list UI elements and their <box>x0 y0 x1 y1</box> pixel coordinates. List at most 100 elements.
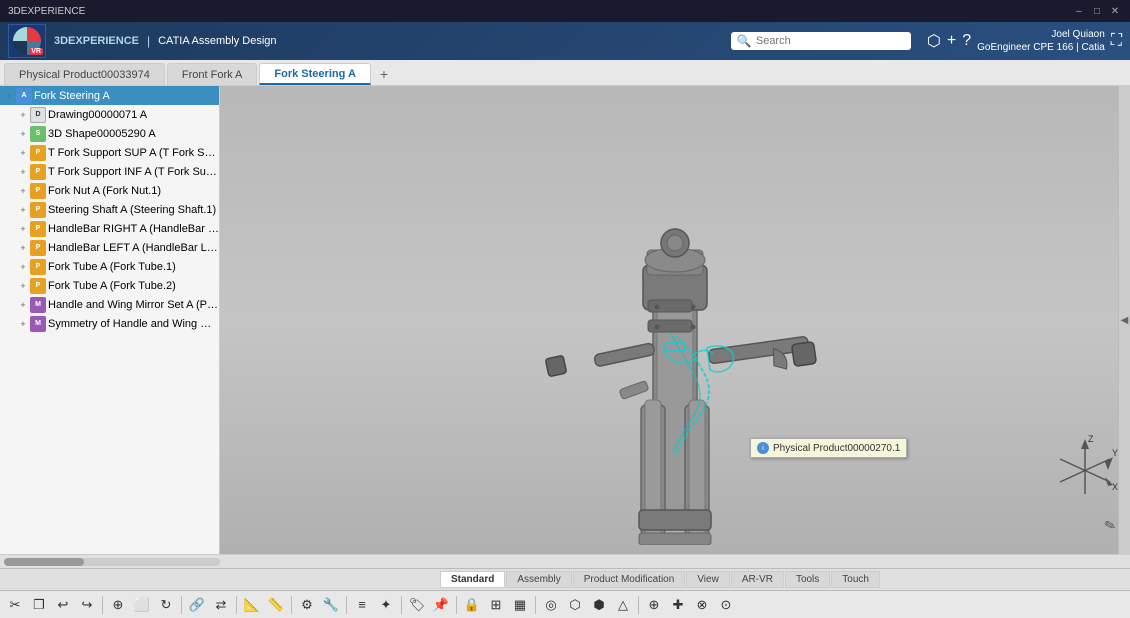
tree-item-root[interactable]: +AFork Steering A <box>0 86 219 105</box>
cross-button[interactable]: ✚ <box>667 594 689 616</box>
mode-tab-product_mod[interactable]: Product Modification <box>573 571 686 588</box>
tree-icon-hbar_l: P <box>30 240 46 256</box>
tree-item-tube2[interactable]: +PFork Tube A (Fork Tube.2) <box>0 276 219 295</box>
tree-expand-nut[interactable]: + <box>18 186 28 196</box>
tag-button[interactable]: 🏷 <box>406 594 428 616</box>
plus-button[interactable]: ⊕ <box>643 594 665 616</box>
search-bar[interactable]: 🔍 <box>731 32 911 50</box>
pin-button[interactable]: 📌 <box>430 594 452 616</box>
tree-icon-tube1: P <box>30 259 46 275</box>
search-input[interactable] <box>756 35 905 47</box>
grid-button[interactable]: ⊞ <box>485 594 507 616</box>
tree-item-sup[interactable]: +PT Fork Support SUP A (T Fork Support S… <box>0 143 219 162</box>
measure-button[interactable]: 📐 <box>241 594 263 616</box>
main-area: +AFork Steering A+DDrawing00000071 A+S3D… <box>0 86 1130 554</box>
zoom-fit-button[interactable]: ⊕ <box>107 594 129 616</box>
tree-label-shaft: Steering Shaft A (Steering Shaft.1) <box>48 204 216 216</box>
copy-button[interactable]: ❐ <box>28 594 50 616</box>
close-button[interactable]: ✕ <box>1108 4 1122 18</box>
scrollbar-area[interactable] <box>0 554 1130 568</box>
tooltip-icon: i <box>757 442 769 454</box>
right-panel-handle[interactable]: ◀ <box>1118 86 1130 554</box>
hex-button[interactable]: ⬡ <box>564 594 586 616</box>
rotate-button[interactable]: ↻ <box>155 594 177 616</box>
app-logo[interactable]: VR <box>8 24 46 58</box>
tree-label-tube1: Fork Tube A (Fork Tube.1) <box>48 261 176 273</box>
viewport[interactable]: i Physical Product00000270.1 Z Y X ◀ <box>220 86 1130 554</box>
tree-expand-mirror1[interactable]: + <box>18 300 28 310</box>
minimize-button[interactable]: – <box>1072 4 1086 18</box>
share-icon[interactable]: ⬡ <box>927 31 941 51</box>
ruler-button[interactable]: 📏 <box>265 594 287 616</box>
tree-item-shaft[interactable]: +PSteering Shaft A (Steering Shaft.1) <box>0 200 219 219</box>
lock-button[interactable]: 🔒 <box>461 594 483 616</box>
tree-item-mirror2[interactable]: +MSymmetry of Handle and Wing Mirror Set… <box>0 314 219 333</box>
sep5 <box>346 596 347 614</box>
maximize-button[interactable]: □ <box>1090 4 1104 18</box>
tree-label-inf: T Fork Support INF A (T Fork Support INF… <box>48 166 219 178</box>
mode-tab-assembly[interactable]: Assembly <box>506 571 571 588</box>
mode-tabs: StandardAssemblyProduct ModificationView… <box>0 568 1130 590</box>
tree-label-sup: T Fork Support SUP A (T Fork Support SUP… <box>48 147 219 159</box>
tree-item-hbar_l[interactable]: +PHandleBar LEFT A (HandleBar LEFT.1) <box>0 238 219 257</box>
help-icon[interactable]: ? <box>962 32 971 50</box>
tree-item-shape[interactable]: +S3D Shape00005290 A <box>0 124 219 143</box>
settings-button[interactable]: ⚙ <box>296 594 318 616</box>
user-info[interactable]: Joel Quiaon GoEngineer CPE 166 | Catia <box>977 28 1105 54</box>
tab-tab2[interactable]: Front Fork A <box>167 63 258 85</box>
tree-item-drawing[interactable]: +DDrawing00000071 A <box>0 105 219 124</box>
sidebar: +AFork Steering A+DDrawing00000071 A+S3D… <box>0 86 220 554</box>
mode-tab-touch[interactable]: Touch <box>831 571 880 588</box>
separator: | <box>147 34 150 48</box>
fullscreen-icon[interactable]: ⛶ <box>1111 32 1122 50</box>
tree-expand-tube2[interactable]: + <box>18 281 28 291</box>
tree-expand-root[interactable]: + <box>4 91 14 101</box>
tree-expand-inf[interactable]: + <box>18 167 28 177</box>
star-button[interactable]: ✦ <box>375 594 397 616</box>
tree-label-mirror1: Handle and Wing Mirror Set A (Physical P… <box>48 299 219 311</box>
mode-tab-ar_vr[interactable]: AR-VR <box>731 571 784 588</box>
scrollbar-thumb[interactable] <box>4 558 84 566</box>
list-button[interactable]: ≡ <box>351 594 373 616</box>
add-icon[interactable]: + <box>947 32 956 50</box>
mode-tab-tools[interactable]: Tools <box>785 571 830 588</box>
tree-expand-hbar_l[interactable]: + <box>18 243 28 253</box>
tree-expand-shaft[interactable]: + <box>18 205 28 215</box>
tab-tab3[interactable]: Fork Steering A <box>259 63 371 85</box>
tree-expand-sup[interactable]: + <box>18 148 28 158</box>
link-button[interactable]: 🔗 <box>186 594 208 616</box>
view2-button[interactable]: ▦ <box>509 594 531 616</box>
tree-icon-drawing: D <box>30 107 46 123</box>
tree-expand-hbar_r[interactable]: + <box>18 224 28 234</box>
tree-expand-drawing[interactable]: + <box>18 110 28 120</box>
tri-button[interactable]: △ <box>612 594 634 616</box>
mode-tab-standard[interactable]: Standard <box>440 571 505 588</box>
sep7 <box>456 596 457 614</box>
scrollbar-track[interactable] <box>4 558 220 566</box>
redo-button[interactable]: ↪ <box>76 594 98 616</box>
circle-cross-button[interactable]: ⊗ <box>691 594 713 616</box>
undo-button[interactable]: ↩ <box>52 594 74 616</box>
view-button[interactable]: ⬜ <box>131 594 153 616</box>
tab-tab1[interactable]: Physical Product00033974 <box>4 63 165 85</box>
tree-expand-mirror2[interactable]: + <box>18 319 28 329</box>
circle-dot-button[interactable]: ⊙ <box>715 594 737 616</box>
tree-item-nut[interactable]: +PFork Nut A (Fork Nut.1) <box>0 181 219 200</box>
tree-item-hbar_r[interactable]: +PHandleBar RIGHT A (HandleBar RIGHT.1) <box>0 219 219 238</box>
cut-button[interactable]: ✂ <box>4 594 26 616</box>
brand-name: 3DEXPERIENCE <box>54 35 139 47</box>
swap-button[interactable]: ⇄ <box>210 594 232 616</box>
target-button[interactable]: ◎ <box>540 594 562 616</box>
wrench-button[interactable]: 🔧 <box>320 594 342 616</box>
tree-expand-shape[interactable]: + <box>18 129 28 139</box>
tree-item-inf[interactable]: +PT Fork Support INF A (T Fork Support I… <box>0 162 219 181</box>
hex2-button[interactable]: ⬢ <box>588 594 610 616</box>
sidebar-scrollbar[interactable] <box>2 558 222 566</box>
tree-item-mirror1[interactable]: +MHandle and Wing Mirror Set A (Physical… <box>0 295 219 314</box>
tree-expand-tube1[interactable]: + <box>18 262 28 272</box>
mode-tab-view[interactable]: View <box>686 571 730 588</box>
tree-item-tube1[interactable]: +PFork Tube A (Fork Tube.1) <box>0 257 219 276</box>
tooltip-text: Physical Product00000270.1 <box>773 443 900 454</box>
appbar: VR 3DEXPERIENCE | CATIA Assembly Design … <box>0 22 1130 60</box>
tab-add-button[interactable]: + <box>373 63 395 85</box>
